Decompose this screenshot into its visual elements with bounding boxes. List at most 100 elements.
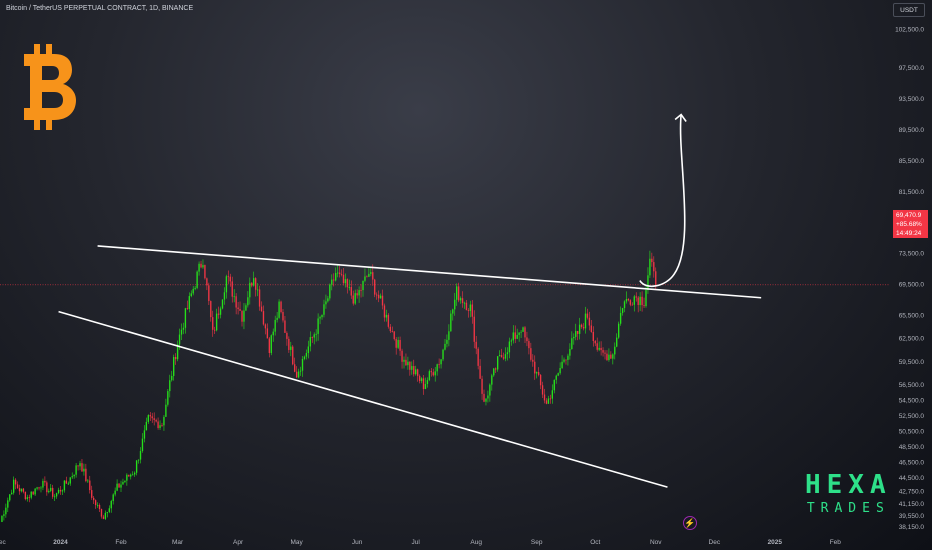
y-tick-label: 97,500.0 — [899, 65, 925, 72]
y-tick-label: 65,500.0 — [899, 313, 925, 320]
candle-body — [563, 359, 565, 362]
x-tick-label: Nov — [650, 539, 662, 546]
candle-body — [147, 415, 150, 422]
candle-body — [323, 304, 325, 315]
candle-body — [153, 418, 155, 420]
candle-body — [313, 334, 315, 338]
candle-body — [606, 353, 608, 361]
x-tick-label: Oct — [590, 539, 600, 546]
candle-body — [467, 310, 470, 311]
x-tick-label: Dec — [709, 539, 721, 546]
candle-body — [600, 347, 602, 351]
candle-body — [53, 496, 56, 498]
candle-body — [190, 293, 192, 297]
candle-body — [130, 474, 132, 477]
bitcoin-logo-icon — [24, 44, 76, 130]
candle-body — [379, 295, 382, 299]
candle-body — [173, 357, 175, 376]
candle-body — [633, 296, 635, 305]
candle-body — [375, 294, 378, 296]
candle-body — [237, 307, 239, 310]
candle-body — [297, 371, 300, 378]
candle-body — [487, 395, 489, 399]
x-tick-label: 2024 — [53, 539, 68, 546]
candle-body — [50, 487, 52, 491]
candle-body — [440, 359, 442, 365]
candle-body — [389, 326, 392, 332]
candle-body — [280, 301, 282, 313]
candle-body — [362, 280, 364, 291]
candle-body — [89, 480, 91, 491]
candle-body — [422, 378, 425, 390]
candle-body — [454, 299, 456, 310]
candle-body — [258, 289, 261, 307]
candle-body — [122, 482, 124, 485]
candle-body — [182, 327, 185, 330]
candle-body — [215, 313, 218, 331]
candle-body — [161, 425, 163, 426]
candle-body — [210, 301, 212, 318]
candle-body — [444, 343, 446, 350]
y-tick-label: 46,500.0 — [899, 459, 925, 466]
candle-body — [108, 508, 110, 512]
brand-subtitle: TRADES — [806, 501, 890, 516]
y-tick-label: 38,150.0 — [899, 524, 925, 531]
price-chart: 102,500.0 97,500.0 93,500.0 89,500.0 85,500.… — [0, 26, 925, 546]
candle-body — [610, 354, 612, 359]
candle-body — [483, 393, 485, 402]
candle-body — [42, 480, 44, 488]
chart-canvas: 102,500.0 97,500.0 93,500.0 89,500.0 85,500.… — [0, 0, 932, 550]
candle-body — [200, 263, 202, 268]
candle-body — [358, 290, 360, 296]
candle-body — [354, 293, 356, 304]
lightning-bolt-icon[interactable]: ⚡ — [683, 516, 697, 530]
candle-body — [495, 368, 497, 370]
candle-body — [212, 317, 214, 330]
candle-body — [329, 284, 331, 299]
candle-body — [549, 398, 552, 400]
candle-body — [364, 276, 366, 281]
candle-body — [157, 421, 159, 428]
candle-body — [457, 286, 460, 301]
candle-body — [465, 302, 468, 311]
candle-body — [219, 308, 222, 315]
candle-body — [59, 489, 62, 492]
candle-body — [57, 489, 60, 494]
x-tick-label: Dec — [0, 539, 7, 546]
candle-body — [315, 333, 317, 335]
candle-body — [430, 371, 432, 373]
y-tick-label: 56,500.0 — [899, 382, 925, 389]
candle-body — [192, 288, 194, 294]
candle-body — [356, 293, 358, 296]
currency-button[interactable]: USDT — [893, 3, 925, 17]
candle-body — [118, 483, 120, 488]
candle-body — [594, 340, 596, 344]
candle-body — [520, 331, 522, 333]
candle-body — [16, 484, 19, 489]
candle-body — [498, 355, 501, 357]
candle-body — [94, 500, 97, 506]
candle-body — [295, 371, 298, 378]
candle-body — [385, 314, 388, 318]
candle-body — [303, 356, 306, 359]
x-tick-label: May — [291, 539, 304, 546]
candle-body — [30, 491, 32, 498]
candle-body — [262, 311, 265, 325]
candle-body — [284, 320, 286, 333]
candle-body — [510, 340, 513, 342]
candle-body — [608, 354, 610, 361]
candle-body — [249, 282, 251, 298]
candle-body — [518, 332, 520, 335]
candle-body — [276, 317, 278, 320]
candle-body — [180, 329, 183, 335]
candle-body — [473, 316, 475, 342]
projection-arrow — [639, 114, 686, 288]
candle-body — [171, 375, 173, 381]
candle-body — [395, 339, 397, 348]
candle-body — [496, 356, 499, 370]
candle-body — [139, 451, 142, 460]
candle-body — [128, 474, 130, 477]
candle-body — [512, 332, 514, 341]
candle-body — [233, 296, 235, 298]
candle-body — [555, 375, 557, 380]
